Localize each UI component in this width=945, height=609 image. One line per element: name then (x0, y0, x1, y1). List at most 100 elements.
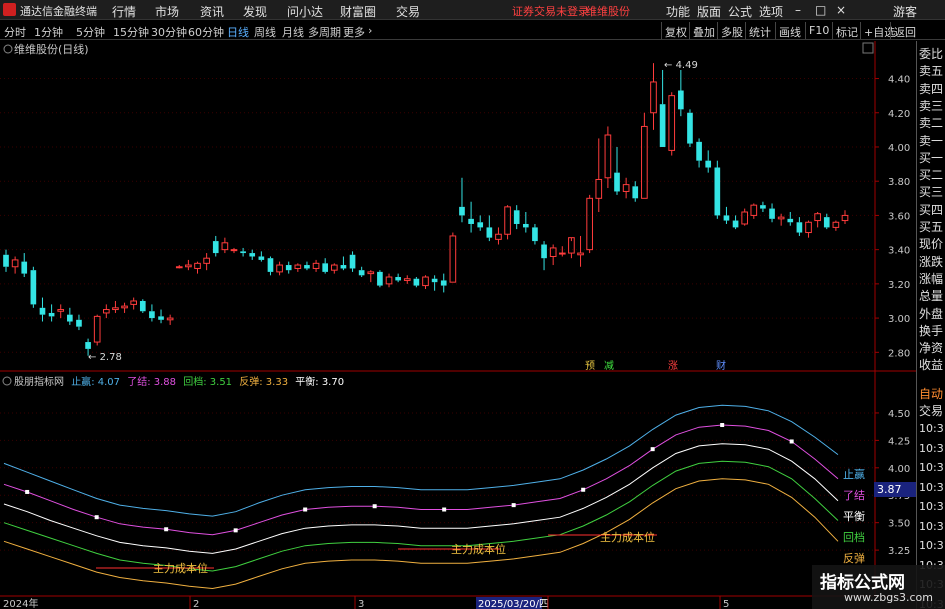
candle[interactable] (294, 263, 302, 272)
candle[interactable] (121, 302, 128, 313)
candle[interactable] (322, 258, 329, 274)
candle[interactable] (422, 275, 429, 289)
menu-market[interactable]: 市场 (155, 3, 179, 20)
menu-formula[interactable]: 公式 (728, 3, 752, 20)
candle[interactable] (367, 270, 375, 283)
period-multi[interactable]: 多周期 (308, 24, 341, 40)
candle[interactable] (30, 266, 37, 308)
candle[interactable] (395, 273, 401, 283)
candle[interactable] (568, 237, 575, 259)
statistics-button[interactable]: 统计 (745, 22, 774, 39)
candle[interactable] (595, 138, 603, 212)
candle[interactable] (650, 63, 657, 130)
candle[interactable] (796, 217, 803, 236)
period-30min[interactable]: 30分钟 (151, 24, 187, 40)
candle[interactable] (377, 270, 383, 288)
candle[interactable] (194, 261, 201, 274)
candle[interactable] (358, 266, 365, 278)
candle[interactable] (750, 203, 758, 219)
period-more[interactable]: 更多 (343, 24, 365, 40)
period-monthly[interactable]: 月线 (282, 24, 304, 40)
candle[interactable] (276, 261, 283, 276)
candle[interactable] (240, 247, 246, 257)
chart-expand-icon[interactable] (862, 42, 874, 54)
candle[interactable] (787, 212, 794, 226)
candle[interactable] (267, 256, 274, 276)
candle[interactable] (185, 259, 192, 271)
candle[interactable] (249, 249, 256, 260)
adjust-button[interactable]: 复权 (661, 22, 690, 39)
candle[interactable] (723, 206, 730, 224)
candle[interactable] (659, 69, 666, 147)
candlestick-series[interactable] (3, 63, 849, 356)
event-mark-forecast[interactable]: 预 (585, 360, 595, 372)
candle[interactable] (203, 253, 210, 271)
menu-news[interactable]: 资讯 (200, 3, 224, 20)
candle[interactable] (714, 160, 721, 219)
candle[interactable] (139, 299, 146, 313)
candle[interactable] (468, 201, 474, 233)
period-intraday[interactable]: 分时 (4, 24, 26, 40)
event-mark-rise[interactable]: 涨 (668, 360, 678, 372)
candle[interactable] (604, 126, 612, 189)
candle[interactable] (67, 307, 73, 325)
candle[interactable] (385, 273, 393, 288)
candle[interactable] (93, 314, 101, 346)
candle[interactable] (340, 256, 347, 271)
auto-label[interactable]: 自动 (919, 385, 943, 402)
menu-quotes[interactable]: 行情 (112, 3, 136, 20)
period-1min[interactable]: 1分钟 (34, 24, 63, 40)
candle[interactable] (632, 181, 639, 202)
candle[interactable] (431, 275, 438, 291)
candle[interactable] (678, 69, 684, 117)
maximize-button[interactable]: □ (815, 3, 826, 17)
chart-settings-icon[interactable] (3, 44, 13, 54)
more-arrow-icon[interactable]: › (368, 24, 372, 37)
candle[interactable] (832, 220, 840, 231)
candle[interactable] (330, 263, 338, 274)
candle[interactable] (760, 201, 766, 212)
candle[interactable] (413, 277, 420, 288)
candle[interactable] (777, 213, 785, 226)
candle[interactable] (541, 241, 547, 271)
candle[interactable] (230, 247, 238, 254)
candle[interactable] (641, 112, 648, 199)
candle[interactable] (258, 251, 265, 262)
user-label[interactable]: 游客 (893, 3, 917, 20)
candle[interactable] (532, 223, 538, 245)
menu-options[interactable]: 选项 (759, 3, 783, 20)
period-daily[interactable]: 日线 (227, 24, 249, 40)
candle[interactable] (440, 273, 447, 293)
candle[interactable] (221, 237, 229, 254)
candle[interactable] (504, 205, 511, 240)
event-mark-finance[interactable]: 财 (716, 359, 726, 372)
candle[interactable] (732, 215, 739, 230)
back-button[interactable]: 返回 (890, 22, 919, 39)
candle[interactable] (459, 177, 465, 223)
overlay-button[interactable]: 叠加 (689, 22, 718, 39)
candle[interactable] (57, 304, 65, 319)
candle[interactable] (149, 304, 155, 322)
candle[interactable] (614, 146, 620, 195)
close-button[interactable]: × (836, 3, 846, 17)
event-mark-reduce[interactable]: 减 (604, 360, 614, 372)
trade-label[interactable]: 交易 (919, 402, 943, 419)
candle[interactable] (805, 220, 812, 238)
period-15min[interactable]: 15分钟 (113, 24, 149, 40)
candle[interactable] (696, 138, 702, 168)
draw-line-button[interactable]: 画线 (775, 22, 804, 39)
candle[interactable] (477, 215, 484, 231)
candle[interactable] (586, 194, 593, 254)
candle[interactable] (403, 275, 411, 284)
login-notice[interactable]: 证券交易未登录 (512, 3, 589, 19)
menu-function[interactable]: 功能 (666, 3, 690, 20)
candle[interactable] (21, 253, 28, 278)
candle[interactable] (549, 244, 557, 266)
candle[interactable] (285, 261, 292, 274)
candle[interactable] (130, 297, 138, 310)
candle[interactable] (349, 251, 356, 272)
candle[interactable] (558, 246, 566, 257)
candle[interactable] (102, 304, 110, 319)
period-weekly[interactable]: 周线 (254, 24, 276, 40)
candle[interactable] (3, 249, 9, 272)
